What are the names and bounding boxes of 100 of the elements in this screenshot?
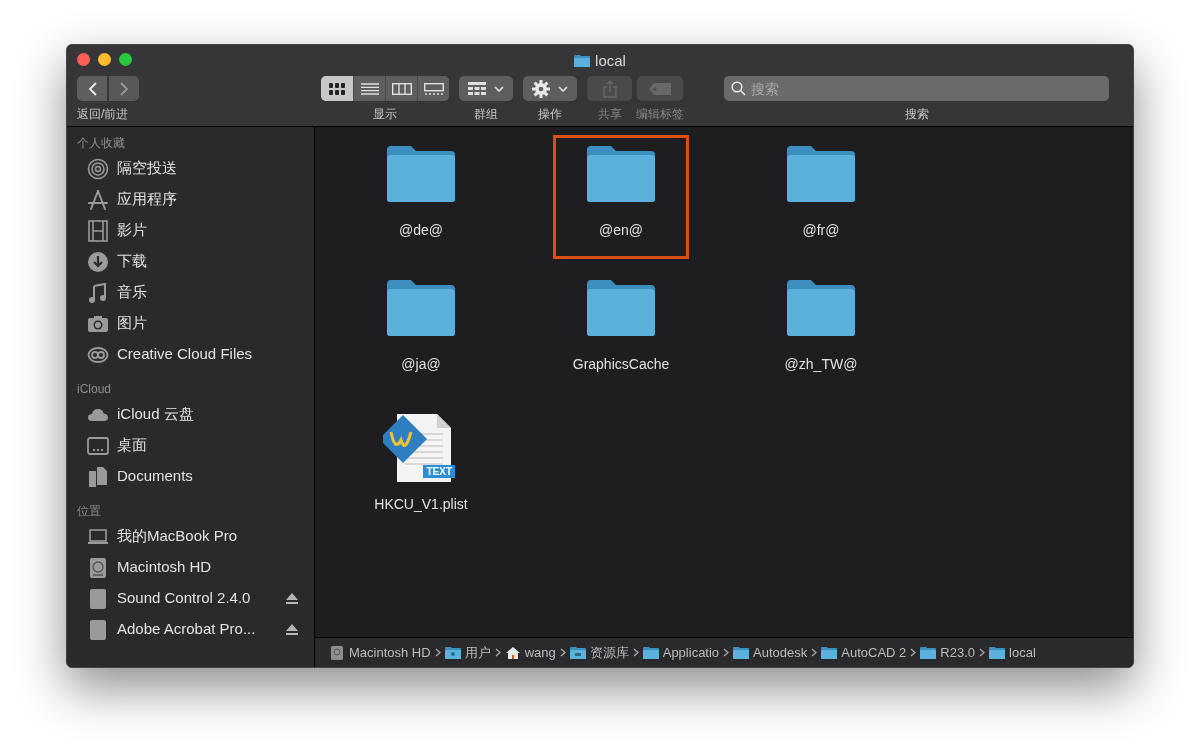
toolbar-label: 显示 [373, 106, 397, 123]
file-name: GraphicsCache [572, 355, 670, 374]
view-button[interactable] [417, 76, 449, 101]
file-name: @en@ [599, 221, 643, 240]
sidebar-item[interactable]: 桌面 [77, 430, 314, 461]
sidebar-item[interactable]: 音乐 [77, 277, 314, 308]
search-field[interactable]: 搜索 [724, 76, 1109, 101]
sidebar-item[interactable]: 隔空投送 [77, 153, 314, 184]
eject-icon[interactable] [286, 624, 298, 635]
download-icon [87, 250, 109, 273]
caret-icon [494, 85, 504, 92]
toolbar-label: 群组 [474, 106, 498, 123]
chevron-right-icon [494, 648, 501, 657]
file-name: @zh_TW@ [784, 355, 858, 374]
sidebar-section-title: 位置 [77, 503, 101, 520]
app-store-icon [87, 188, 109, 211]
file-item[interactable]: @de@ [353, 135, 489, 259]
folder-icon [574, 54, 591, 69]
hard-drive-icon [87, 556, 109, 579]
chevron-left-icon [87, 81, 97, 96]
back-button[interactable] [77, 76, 107, 101]
folder-icon [821, 645, 838, 660]
folder-icon [989, 645, 1006, 660]
toolbar-label: 操作 [538, 106, 562, 123]
file-item[interactable]: GraphicsCache [553, 269, 689, 393]
tag-icon [649, 82, 671, 95]
eject-icon[interactable] [286, 593, 298, 604]
chevron-right-icon [559, 648, 566, 657]
file-item[interactable]: @en@ [553, 135, 689, 259]
path-item[interactable]: Macintosh HD [349, 642, 431, 663]
file-item[interactable]: @zh_TW@ [753, 269, 889, 393]
group-button[interactable] [459, 76, 513, 101]
search-icon [731, 81, 746, 96]
caret-icon [558, 85, 568, 92]
sidebar-item[interactable]: 下载 [77, 246, 314, 277]
sidebar-item[interactable]: Sound Control 2.4.0 [77, 583, 314, 614]
sidebar-item[interactable]: Macintosh HD [77, 552, 314, 583]
sidebar-section-title: iCloud [77, 381, 112, 398]
view-button[interactable] [321, 76, 353, 101]
window-title: local [595, 51, 626, 71]
file-name: HKCU_V1.plist [374, 495, 468, 514]
path-item[interactable]: R23.0 [940, 642, 976, 663]
folder-icon [385, 144, 457, 204]
folder-icon [785, 144, 857, 204]
path-item[interactable]: 资源库 [589, 642, 629, 663]
chevron-right-icon [723, 648, 730, 657]
sidebar-item[interactable]: Adobe Acrobat Pro... [77, 614, 314, 645]
music-note-icon [87, 281, 109, 304]
share-icon [602, 79, 617, 98]
settings-icon [532, 79, 550, 98]
grid-icon [468, 81, 486, 96]
file-type-badge: TEXT [423, 465, 455, 478]
nav-label: 返回/前进 [77, 106, 129, 123]
folder-icon [733, 645, 750, 660]
chevron-right-icon [632, 648, 639, 657]
airdrop-icon [87, 157, 109, 180]
sidebar-item[interactable]: 应用程序 [77, 184, 314, 215]
sidebar-item[interactable]: 我的MacBook Pro [77, 521, 314, 552]
chevron-right-icon [910, 648, 917, 657]
file-item[interactable]: @fr@ [753, 135, 889, 259]
house-icon [504, 645, 521, 660]
folder-icon [920, 645, 937, 660]
path-item[interactable]: wang [524, 642, 556, 663]
sidebar-item[interactable]: 图片 [77, 308, 314, 339]
path-item[interactable]: Applicatio [662, 642, 720, 663]
path-item[interactable]: Autodesk [753, 642, 808, 663]
folder-icon [585, 144, 657, 204]
columns-icon [391, 82, 412, 95]
desktop-icon [87, 434, 109, 457]
sidebar-item[interactable]: 影片 [77, 215, 314, 246]
forward-button[interactable] [109, 76, 139, 101]
chevron-right-icon [434, 648, 441, 657]
chevron-right-icon [119, 81, 129, 96]
minimize-button[interactable] [98, 52, 111, 66]
hard-drive-icon [329, 645, 345, 660]
action-button[interactable] [523, 76, 577, 101]
sidebar-item[interactable]: iCloud 云盘 [77, 399, 314, 430]
toolbar-label: 编辑标签 [636, 106, 684, 123]
chevron-right-icon [979, 648, 986, 657]
list-icon [360, 82, 379, 95]
documents-icon [87, 465, 109, 488]
file-name: @fr@ [802, 221, 840, 240]
zoom-button[interactable] [119, 52, 132, 66]
path-item[interactable]: 用户 [464, 642, 491, 663]
folder-icon [444, 645, 461, 660]
sidebar-item[interactable]: Creative Cloud Files [77, 339, 314, 370]
folder-icon [569, 645, 586, 660]
chevron-right-icon [811, 648, 818, 657]
path-item[interactable]: local [1009, 642, 1036, 663]
file-item[interactable]: TEXT HKCU_V1.plist [353, 403, 489, 527]
close-button[interactable] [77, 52, 90, 66]
icon-grid-icon [329, 82, 345, 95]
folder-icon [385, 278, 457, 338]
toolbar-label: 搜索 [904, 106, 929, 123]
file-item[interactable]: @ja@ [353, 269, 489, 393]
folder-icon [585, 278, 657, 338]
sidebar-item[interactable]: Documents [77, 461, 314, 492]
path-item[interactable]: AutoCAD 2 [841, 642, 907, 663]
sidebar-section-title: 个人收藏 [77, 135, 125, 152]
folder-icon [785, 278, 857, 338]
